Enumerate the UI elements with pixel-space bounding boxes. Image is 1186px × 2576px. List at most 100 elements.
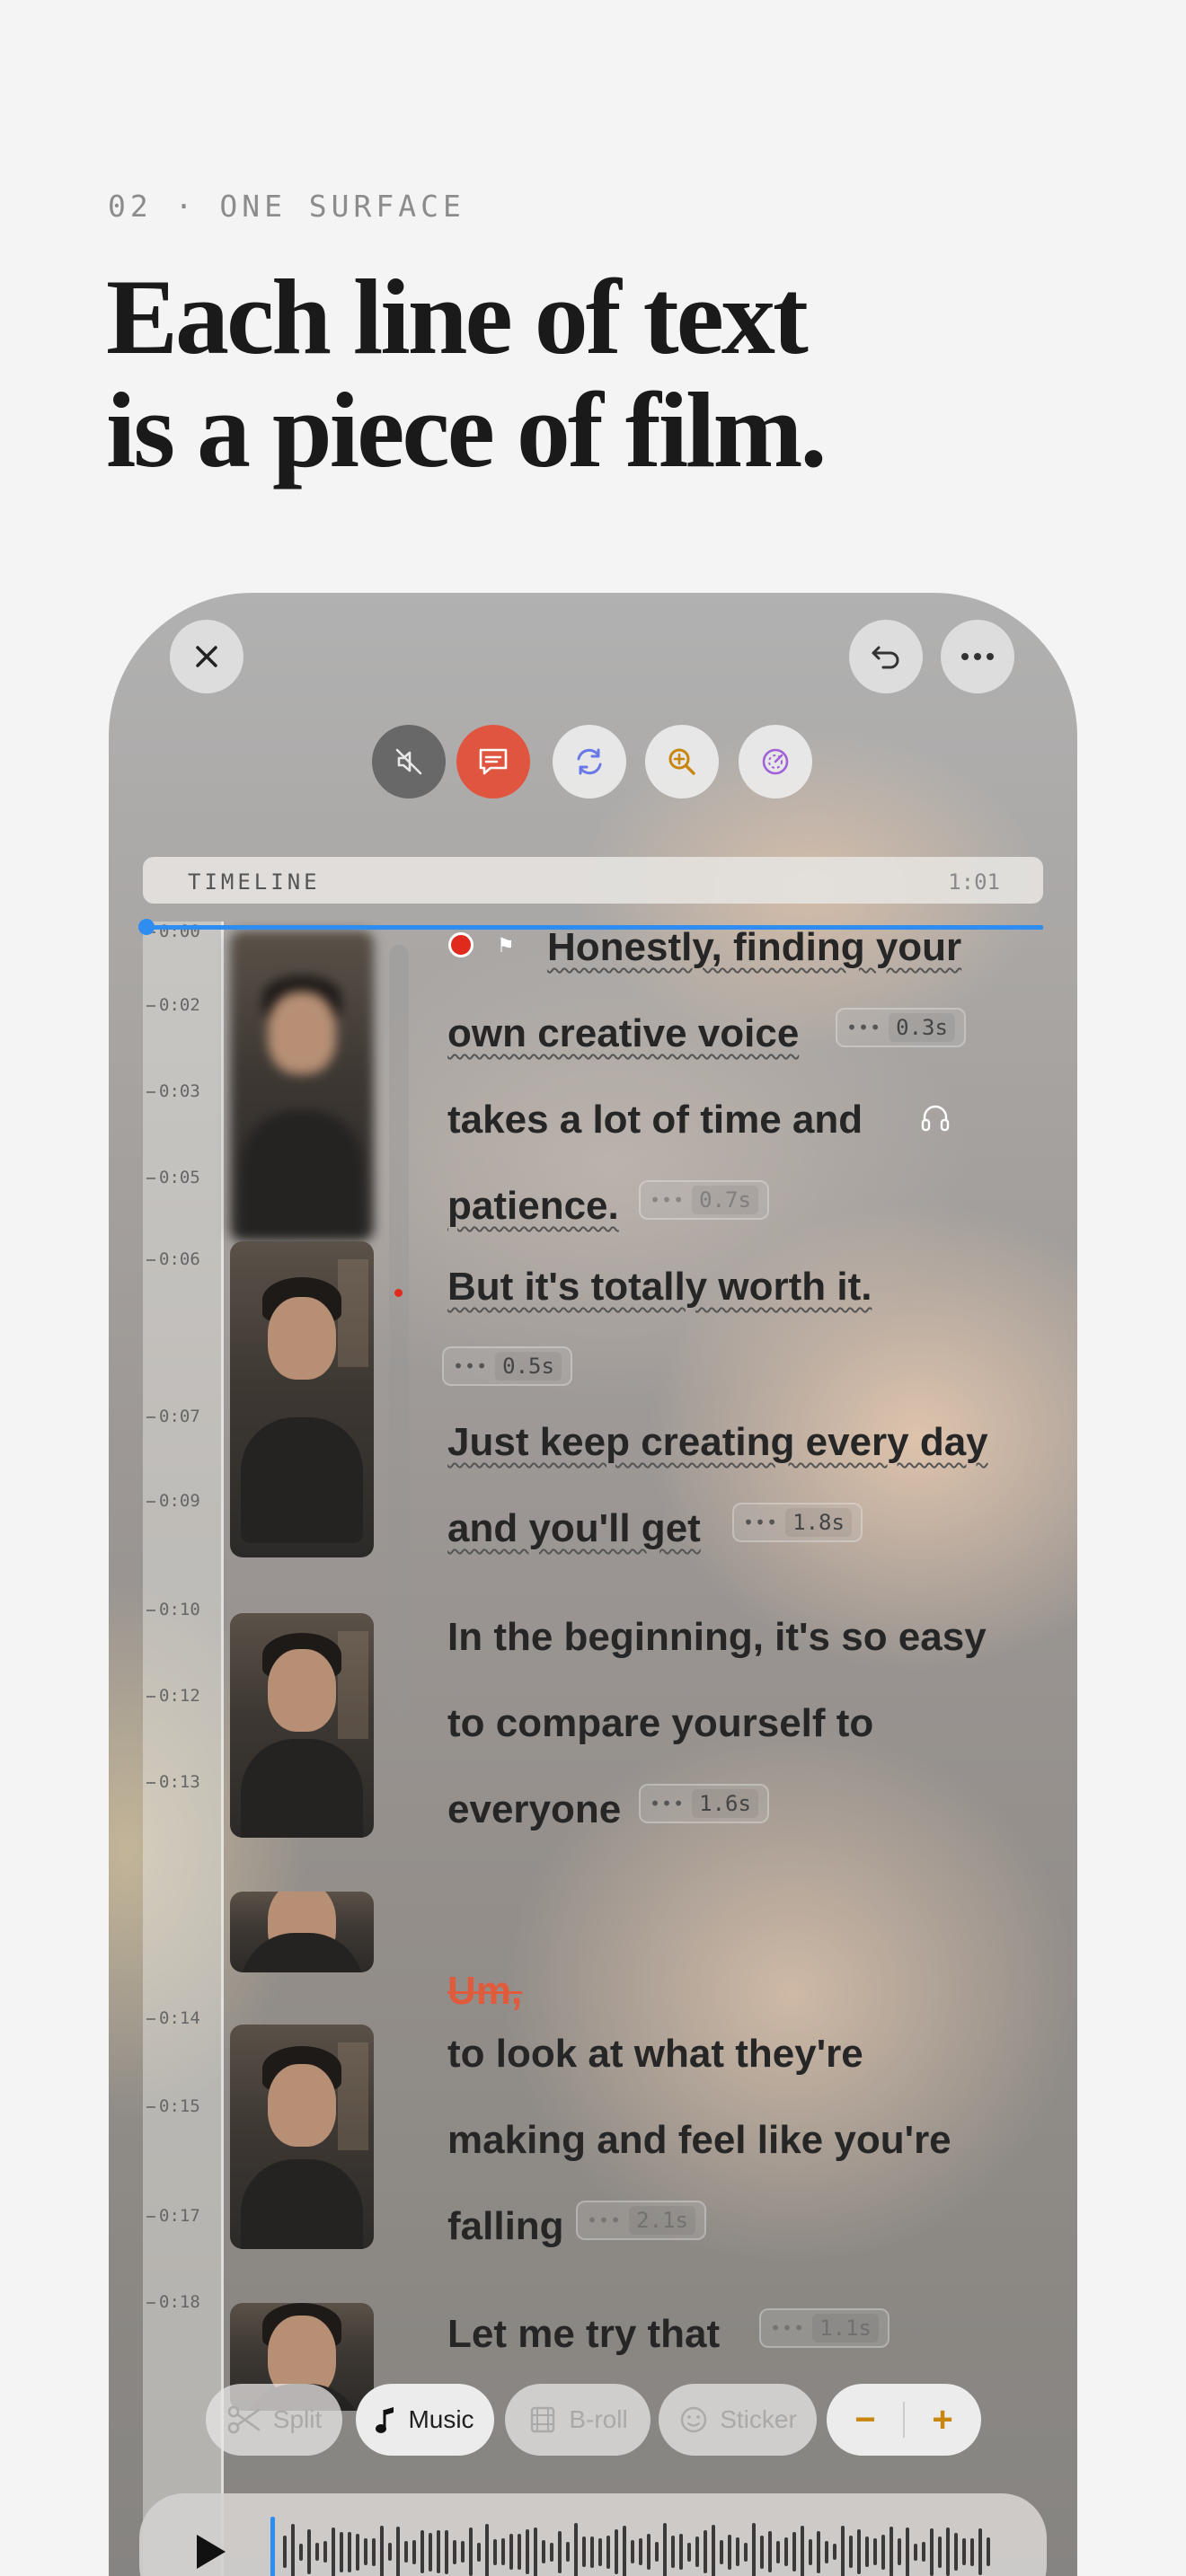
waveform-bar: [647, 2534, 651, 2570]
waveform-bar: [631, 2540, 634, 2563]
captions-button[interactable]: [456, 725, 530, 798]
video-thumbnail[interactable]: [230, 1613, 374, 1838]
zoom-icon: [668, 748, 695, 775]
transcript-text: Just keep creating every day: [447, 1420, 988, 1464]
video-thumbnail[interactable]: [230, 1241, 374, 1557]
time-ruler: 0:00 0:02 0:03 0:05 0:06 0:07 0:09 0:10 …: [143, 922, 224, 2576]
sync-button[interactable]: [553, 725, 626, 798]
pause-chip[interactable]: ••• 2.1s: [576, 2201, 706, 2240]
transcript-line[interactable]: to look at what they're: [447, 2032, 863, 2077]
mute-button[interactable]: [372, 725, 446, 798]
transcript-text: But it's totally worth it.: [447, 1265, 872, 1309]
waveform-bar: [962, 2538, 966, 2565]
transcript-line[interactable]: own creative voice: [447, 1011, 799, 1056]
close-icon: [196, 646, 217, 667]
pause-chip[interactable]: ••• 1.8s: [732, 1503, 863, 1542]
transcript-text: Honestly, finding your: [547, 925, 962, 969]
transcript-line[interactable]: patience.: [447, 1184, 619, 1229]
headline-line-1: Each line of text: [106, 257, 809, 376]
transcript-line[interactable]: Just keep creating every day: [447, 1420, 988, 1465]
waveform-bar: [396, 2526, 400, 2576]
playhead-handle[interactable]: [138, 919, 155, 935]
waveform-bar: [930, 2527, 934, 2576]
play-icon[interactable]: [193, 2531, 229, 2572]
transcript-line[interactable]: to compare yourself to: [447, 1701, 873, 1746]
pause-chip[interactable]: ••• 0.7s: [639, 1180, 769, 1220]
transcript-line[interactable]: Let me try that: [447, 2312, 720, 2357]
transcript-line[interactable]: everyone: [447, 1787, 621, 1832]
waveform-bar: [340, 2531, 343, 2572]
broll-button[interactable]: B-roll: [505, 2384, 651, 2456]
transcript-line[interactable]: Honestly, finding your: [547, 925, 961, 970]
transcript-text: and you'll get: [447, 1506, 701, 1550]
pause-duration: 1.1s: [812, 2314, 879, 2342]
waveform-bar: [857, 2529, 861, 2574]
waveform-bar: [469, 2527, 473, 2576]
transcript-text: patience.: [447, 1184, 619, 1228]
waveform-bar: [987, 2537, 990, 2566]
undo-button[interactable]: [849, 620, 923, 693]
waveform-bar: [970, 2537, 974, 2566]
waveform-bar: [655, 2542, 659, 2562]
waveform-bar: [372, 2537, 376, 2566]
transcript-text: takes a lot of time and: [447, 1098, 863, 1142]
sticker-button[interactable]: Sticker: [659, 2384, 817, 2456]
pause-chip[interactable]: ••• 0.5s: [442, 1346, 572, 1386]
speed-button[interactable]: [739, 725, 812, 798]
more-horizontal-icon: [961, 653, 994, 660]
timeline-header: TIMELINE 1:01: [143, 857, 1043, 904]
pause-duration: 0.5s: [495, 1352, 562, 1381]
transcript-text: own creative voice: [447, 1011, 800, 1055]
transcript-line[interactable]: making and feel like you're: [447, 2118, 951, 2163]
timeline-label: TIMELINE: [188, 869, 321, 895]
waveform-bar: [453, 2539, 456, 2564]
waveform-bar: [801, 2525, 804, 2576]
video-thumbnail[interactable]: [230, 2025, 374, 2249]
zoom-button[interactable]: [645, 725, 719, 798]
more-button[interactable]: [941, 620, 1014, 693]
ruler-tick: 0:14: [143, 2008, 200, 2028]
ruler-tick: 0:17: [143, 2206, 200, 2226]
waveform-bar: [364, 2538, 367, 2565]
waveform-bar: [898, 2538, 901, 2565]
waveform-bar: [493, 2538, 497, 2565]
waveform-bar: [534, 2527, 537, 2576]
ruler-tick: 0:05: [143, 1168, 200, 1187]
filler-word[interactable]: Um,: [447, 1969, 522, 2014]
transcript-line[interactable]: and you'll get: [447, 1506, 701, 1551]
zoom-in-button[interactable]: +: [905, 2400, 980, 2440]
waveform-bar: [477, 2542, 481, 2562]
waveform-playhead[interactable]: [270, 2517, 275, 2576]
video-thumbnail[interactable]: [230, 1892, 374, 1972]
waveform-bar: [890, 2527, 893, 2576]
waveform-bar: [582, 2536, 586, 2567]
waveform-bar: [914, 2543, 917, 2561]
pause-chip[interactable]: ••• 1.1s: [759, 2308, 890, 2348]
waveform-bar: [841, 2525, 845, 2576]
transcript-line[interactable]: But it's totally worth it.: [447, 1265, 872, 1310]
transcript-line[interactable]: falling: [447, 2204, 564, 2249]
audio-waveform[interactable]: [283, 2520, 1011, 2576]
transcript-line[interactable]: takes a lot of time and: [447, 1098, 863, 1142]
video-thumbnail[interactable]: [230, 931, 374, 1241]
undo-icon: [872, 646, 899, 669]
close-button[interactable]: [170, 620, 243, 693]
waveform-bar: [687, 2542, 691, 2562]
zoom-out-button[interactable]: −: [828, 2400, 903, 2440]
split-button[interactable]: Split: [206, 2384, 342, 2456]
ruler-tick: 0:03: [143, 1081, 200, 1101]
headline-line-2: is a piece of film.: [106, 370, 827, 490]
transcript-line[interactable]: In the beginning, it's so easy: [447, 1615, 987, 1660]
waveform-bar: [906, 2527, 909, 2576]
pause-duration: 1.8s: [785, 1508, 852, 1537]
waveform-bar: [873, 2538, 877, 2565]
pause-chip[interactable]: ••• 1.6s: [639, 1784, 769, 1823]
waveform-bar: [938, 2536, 942, 2568]
mute-icon: [395, 748, 422, 775]
waveform-bar: [590, 2536, 594, 2568]
waveform-bar: [671, 2536, 675, 2568]
split-label: Split: [272, 2405, 323, 2433]
music-button[interactable]: Music: [356, 2384, 494, 2456]
pause-chip[interactable]: ••• 0.3s: [836, 1008, 966, 1047]
clip-scrubber[interactable]: [389, 945, 409, 1717]
